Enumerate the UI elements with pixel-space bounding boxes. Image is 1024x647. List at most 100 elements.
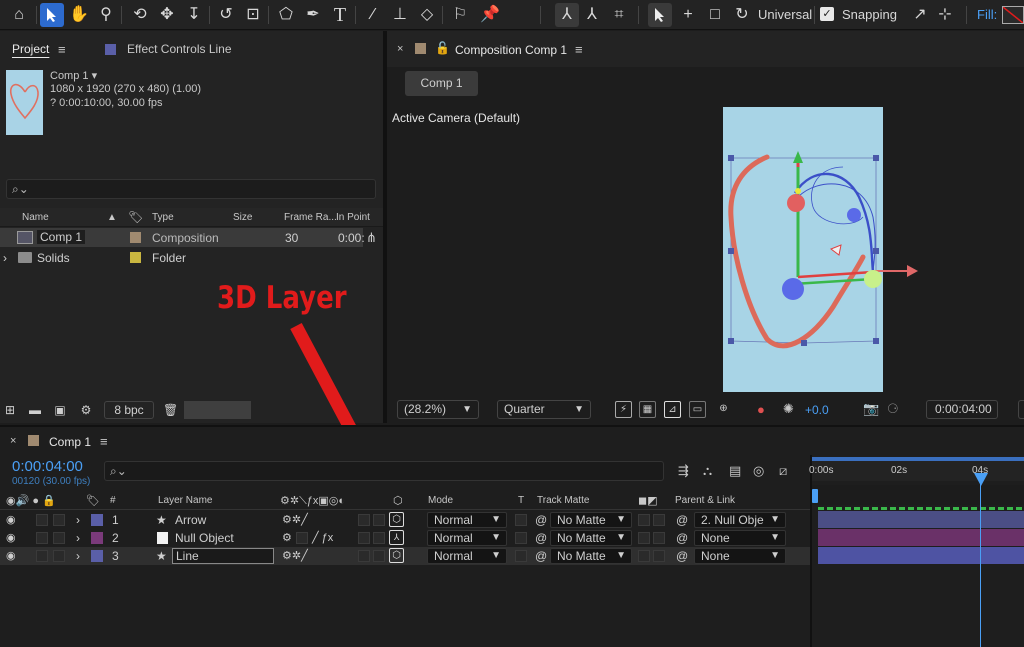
layer-duration-bar[interactable]	[818, 529, 1024, 546]
interpret-footage-icon[interactable]: ⊞	[3, 403, 17, 417]
snapping-label[interactable]: Snapping	[842, 7, 897, 22]
orbit-camera-icon[interactable]: ⟲	[128, 3, 152, 27]
layer-name[interactable]: Null Object	[175, 531, 234, 545]
work-area-start-handle[interactable]	[812, 489, 818, 503]
brush-tool-icon[interactable]: ∕	[361, 3, 385, 27]
col-t[interactable]: T	[518, 495, 524, 506]
3d-layer-cube-icon[interactable]: ⬡	[389, 548, 404, 563]
col-frame-rate[interactable]: Frame Ra...	[284, 212, 337, 223]
scale-gizmo-icon[interactable]: □	[703, 3, 727, 27]
track-matte-dropdown[interactable]: No Matte ▼	[550, 530, 632, 546]
close-tab-icon[interactable]: ×	[397, 43, 403, 55]
tab-project[interactable]: Project	[12, 42, 49, 56]
solo-toggle[interactable]	[36, 532, 48, 544]
matte-toggle[interactable]	[638, 514, 650, 526]
trash-icon[interactable]: 🗑	[163, 403, 178, 417]
blend-mode-dropdown[interactable]: Normal ▼	[427, 548, 507, 564]
project-search-input[interactable]: ⌕⌄	[6, 179, 376, 199]
label-tag-icon[interactable]: 🏷	[86, 494, 100, 507]
motion-blur-toggle[interactable]	[373, 514, 385, 526]
parent-pickwhip-icon[interactable]: @	[676, 531, 688, 545]
pen-tool-icon[interactable]: ✒	[301, 3, 325, 27]
comp-flowchart-icon[interactable]: ⇶	[678, 463, 689, 479]
timeline-tab-title[interactable]: Comp 1	[49, 435, 91, 449]
preserve-transparency-toggle[interactable]	[515, 514, 527, 526]
pan-behind-tool-icon[interactable]: ⊡	[241, 3, 265, 27]
blend-mode-dropdown[interactable]: Normal ▼	[427, 530, 507, 546]
layer-label-color[interactable]	[91, 550, 103, 562]
expand-chevron-icon[interactable]: ›	[3, 251, 7, 265]
adjustment-toggle[interactable]	[358, 532, 370, 544]
type-tool-icon[interactable]: T	[328, 3, 352, 27]
col-name[interactable]: Name	[22, 212, 49, 223]
layer-duration-bar[interactable]	[818, 511, 1024, 528]
show-snapshot-icon[interactable]: ⚆	[887, 401, 899, 417]
col-parent-link[interactable]: Parent & Link	[675, 495, 735, 506]
current-time-field[interactable]: 0:00:04:00	[926, 400, 998, 419]
3d-layer-column-icon[interactable]: ⬡	[393, 494, 403, 507]
expand-chevron-icon[interactable]: ›	[76, 531, 80, 545]
move-gizmo-icon[interactable]: +	[676, 3, 700, 27]
tab-effect-controls[interactable]: Effect Controls Line	[127, 42, 232, 56]
rotate-gizmo-icon[interactable]: ↻	[730, 3, 754, 27]
tab-menu-icon[interactable]: ≡	[575, 42, 583, 57]
new-composition-icon[interactable]: ▣	[53, 403, 67, 417]
project-item-name[interactable]: Solids	[37, 251, 70, 265]
pickwhip-icon[interactable]: @	[535, 513, 547, 527]
col-in-point[interactable]: In Point	[336, 212, 370, 223]
project-item-name[interactable]: Comp 1	[37, 230, 86, 244]
close-tab-icon[interactable]: ×	[10, 435, 16, 447]
grid-guides-icon[interactable]: ⊕	[715, 401, 732, 418]
current-time-indicator[interactable]	[980, 484, 981, 647]
mask-visibility-icon[interactable]: ⊿	[664, 401, 681, 418]
layer-row[interactable]: ◉ › 1 ★ Arrow ⚙✲╱ ⬡ Normal ▼ @ No Matte ▼ …	[0, 511, 810, 529]
parent-dropdown[interactable]: 2. Null Obje ▼	[694, 512, 786, 528]
pickwhip-icon[interactable]: @	[535, 531, 547, 545]
track-matte-dropdown[interactable]: No Matte ▼	[550, 512, 632, 528]
rotation-tool-icon[interactable]: ↺	[214, 3, 238, 27]
dolly-camera-icon[interactable]: ↧	[182, 3, 206, 27]
hand-tool-icon[interactable]: ✋	[67, 3, 91, 27]
axis-mode-label[interactable]: Universal	[758, 7, 812, 22]
3d-layer-cube-icon[interactable]: ⬡	[389, 512, 404, 527]
exposure-value[interactable]: +0.0	[805, 403, 829, 417]
layer-switches-icons[interactable]: ⚙✲⟍ƒx▣◎◐	[280, 494, 345, 508]
channels-icon[interactable]: ●	[757, 402, 765, 417]
color-management-icon[interactable]: ✺	[783, 401, 794, 417]
parent-pickwhip-icon[interactable]: @	[676, 549, 688, 563]
matte-toggle[interactable]	[638, 550, 650, 562]
playhead-icon[interactable]	[973, 472, 989, 488]
graph-editor-icon[interactable]: ⧄	[779, 463, 787, 479]
layer-row[interactable]: ◉ › 2 Null Object ⚙ ╱ ƒx ⅄ Normal ▼ @ No …	[0, 529, 810, 547]
clone-stamp-tool-icon[interactable]: ⊥	[388, 3, 412, 27]
world-axis-mode-icon[interactable]: ⅄	[580, 3, 604, 27]
eraser-tool-icon[interactable]: ◇	[415, 3, 439, 27]
matte-invert-toggle[interactable]	[653, 532, 665, 544]
snapshot-camera-icon[interactable]: 📷	[863, 401, 879, 417]
adjustment-toggle[interactable]	[358, 514, 370, 526]
blend-mode-dropdown[interactable]: Normal ▼	[427, 512, 507, 528]
layer-row[interactable]: ◉ › 3 ★ Line ⚙✲╱ ⬡ Normal ▼ @ No Matte ▼ @…	[0, 547, 810, 565]
parent-dropdown[interactable]: None ▼	[694, 530, 786, 546]
lock-toggle[interactable]	[53, 532, 65, 544]
solo-toggle[interactable]	[36, 550, 48, 562]
tab-menu-icon[interactable]: ≡	[100, 434, 108, 449]
shy-layers-icon[interactable]: ⛬	[703, 463, 712, 479]
expand-chevron-icon[interactable]: ›	[76, 513, 80, 527]
pan-camera-icon[interactable]: ✥	[155, 3, 179, 27]
sort-ascending-icon[interactable]: ▲	[107, 212, 117, 223]
lock-toggle[interactable]	[53, 514, 65, 526]
project-settings-icon[interactable]: ⚙	[79, 403, 93, 417]
frame-blending-icon[interactable]: ▤	[729, 463, 741, 479]
adjustment-toggle[interactable]	[358, 550, 370, 562]
timeline-timecode[interactable]: 0:00:04:00	[12, 458, 83, 475]
pickwhip-icon[interactable]: @	[535, 549, 547, 563]
track-matte-dropdown[interactable]: No Matte ▼	[550, 548, 632, 564]
snapping-checkbox[interactable]: ✓	[820, 7, 834, 21]
shape-tool-icon[interactable]: ⬠	[274, 3, 298, 27]
visibility-eye-icon[interactable]: ◉	[6, 531, 16, 544]
motion-blur-icon[interactable]: ◎	[753, 463, 764, 479]
project-item-row[interactable]: › Solids Folder	[0, 248, 383, 267]
snap-corners-icon[interactable]: ⊹	[933, 3, 957, 27]
matte-invert-toggle[interactable]	[653, 514, 665, 526]
